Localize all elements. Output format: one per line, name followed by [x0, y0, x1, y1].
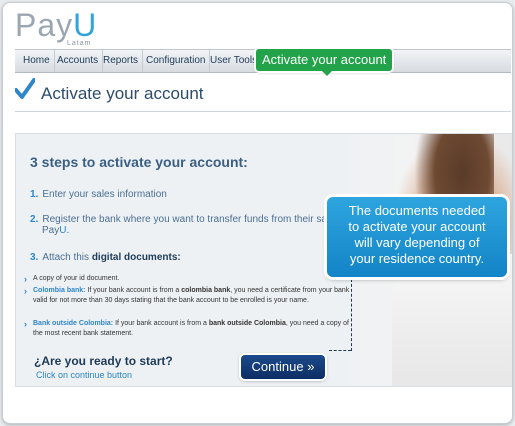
nav-user-tools[interactable]: User Tools [206, 50, 261, 72]
bullet-2-bold: colombia bank [181, 287, 231, 294]
step-1: 1. Enter your sales information [30, 189, 167, 200]
steps-heading: 3 steps to activate your account: [30, 154, 248, 170]
bullet-3-text: If your bank account is from a [113, 320, 209, 327]
bubble-line-3: will vary depending of [354, 235, 480, 250]
step-3: 3. Attach this digital documents: [30, 252, 181, 263]
documents-info-bubble: The documents needed to activate your ac… [327, 197, 507, 277]
activate-account-tooltip[interactable]: Activate your account [256, 49, 393, 76]
step-3-bold: digital documents: [91, 252, 181, 263]
bullet-1-text: A copy of your id document. [33, 275, 120, 282]
bullet-id-document: › A copy of your id document. [24, 274, 354, 284]
arrow-right-icon: › [24, 286, 27, 296]
logo-brand-accent: U [73, 7, 98, 43]
step-3-text: Attach this [42, 252, 92, 263]
bullet-2-text: If your bank account is from a [85, 287, 182, 294]
step-2-period: . [66, 225, 70, 236]
page-title: Activate your account [41, 84, 204, 103]
bullet-2-label: Colombia bank: [33, 287, 86, 294]
bullet-3-label: Bank outside Colombia: [33, 320, 114, 327]
nav-accounts[interactable]: Accounts [53, 50, 104, 72]
bullet-bank-outside: › Bank outside Colombia: If your bank ac… [24, 319, 354, 339]
bullet-3-bold: bank outside Colombia [208, 320, 286, 327]
bubble-line-1: The documents needed [348, 203, 486, 218]
bullet-colombia-bank: › Colombia bank: If your bank account is… [24, 286, 354, 306]
callout-connector-horizontal [329, 350, 351, 351]
logo-brand-main: Pay [15, 7, 74, 43]
step-2-payu-pay: Pay [42, 225, 60, 236]
window-frame: PayU Latam Home Accounts Reports Configu… [2, 2, 513, 424]
nav-reports[interactable]: Reports [99, 50, 144, 72]
click-continue-hint: Click on continue button [36, 370, 133, 380]
step-2-text: Register the bank where you want to tran… [42, 214, 340, 225]
payu-logo[interactable]: PayU Latam [15, 9, 97, 49]
continue-button[interactable]: Continue » [241, 355, 325, 379]
nav-home[interactable]: Home [19, 50, 55, 72]
nav-configuration[interactable]: Configuration [142, 50, 211, 72]
logo-subtitle: Latam [67, 40, 92, 47]
page-header: Activate your account [15, 75, 511, 112]
callout-connector [351, 279, 352, 351]
step-2: 2. Register the bank where you want to tr… [30, 214, 340, 236]
bubble-line-2: to activate your account [348, 219, 486, 234]
bubble-line-4: your residence country. [349, 251, 485, 266]
ready-heading: ¿Are you ready to start? [34, 354, 173, 368]
checkmark-icon [15, 78, 35, 99]
arrow-right-icon: › [24, 274, 27, 284]
step-1-text: Enter your sales information [42, 189, 167, 200]
arrow-right-icon: › [24, 319, 27, 329]
